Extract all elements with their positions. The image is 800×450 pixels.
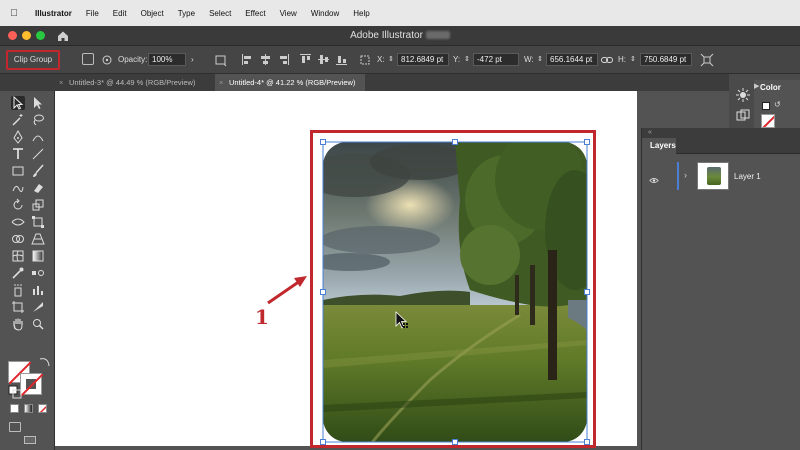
layer-row[interactable]: › Layer 1 xyxy=(642,160,800,192)
color-swap-icon[interactable]: ↺ xyxy=(774,100,781,109)
layer-name[interactable]: Layer 1 xyxy=(734,172,761,181)
color-panel-title[interactable]: Color xyxy=(760,83,781,92)
annotation-number: 1 xyxy=(255,305,269,329)
layers-tab-row: Layers xyxy=(642,138,800,154)
annotation-arrow xyxy=(267,276,307,305)
layer-color-indicator xyxy=(677,162,679,190)
color-fill-swatch[interactable] xyxy=(761,114,775,128)
appearance-panel-icon[interactable] xyxy=(736,88,750,102)
annotation-highlight-box xyxy=(310,130,596,448)
collapse-panel-icon[interactable]: « xyxy=(648,128,652,138)
layers-panel: « Layers › Layer 1 xyxy=(641,128,800,450)
collapse-chevron-icon[interactable]: ▶ xyxy=(754,82,759,90)
layers-panel-header: « xyxy=(642,128,800,138)
app-window:  Illustrator File Edit Object Type Sele… xyxy=(0,0,800,450)
layer-thumbnail xyxy=(697,162,729,190)
color-panel: Color ▶ ↺ xyxy=(754,80,800,128)
color-default-icon[interactable] xyxy=(762,102,770,110)
visibility-eye-icon[interactable] xyxy=(649,171,659,189)
transparency-panel-icon[interactable] xyxy=(736,109,750,123)
expand-layer-chevron-icon[interactable]: › xyxy=(684,170,687,180)
tab-layers[interactable]: Layers xyxy=(642,138,676,154)
